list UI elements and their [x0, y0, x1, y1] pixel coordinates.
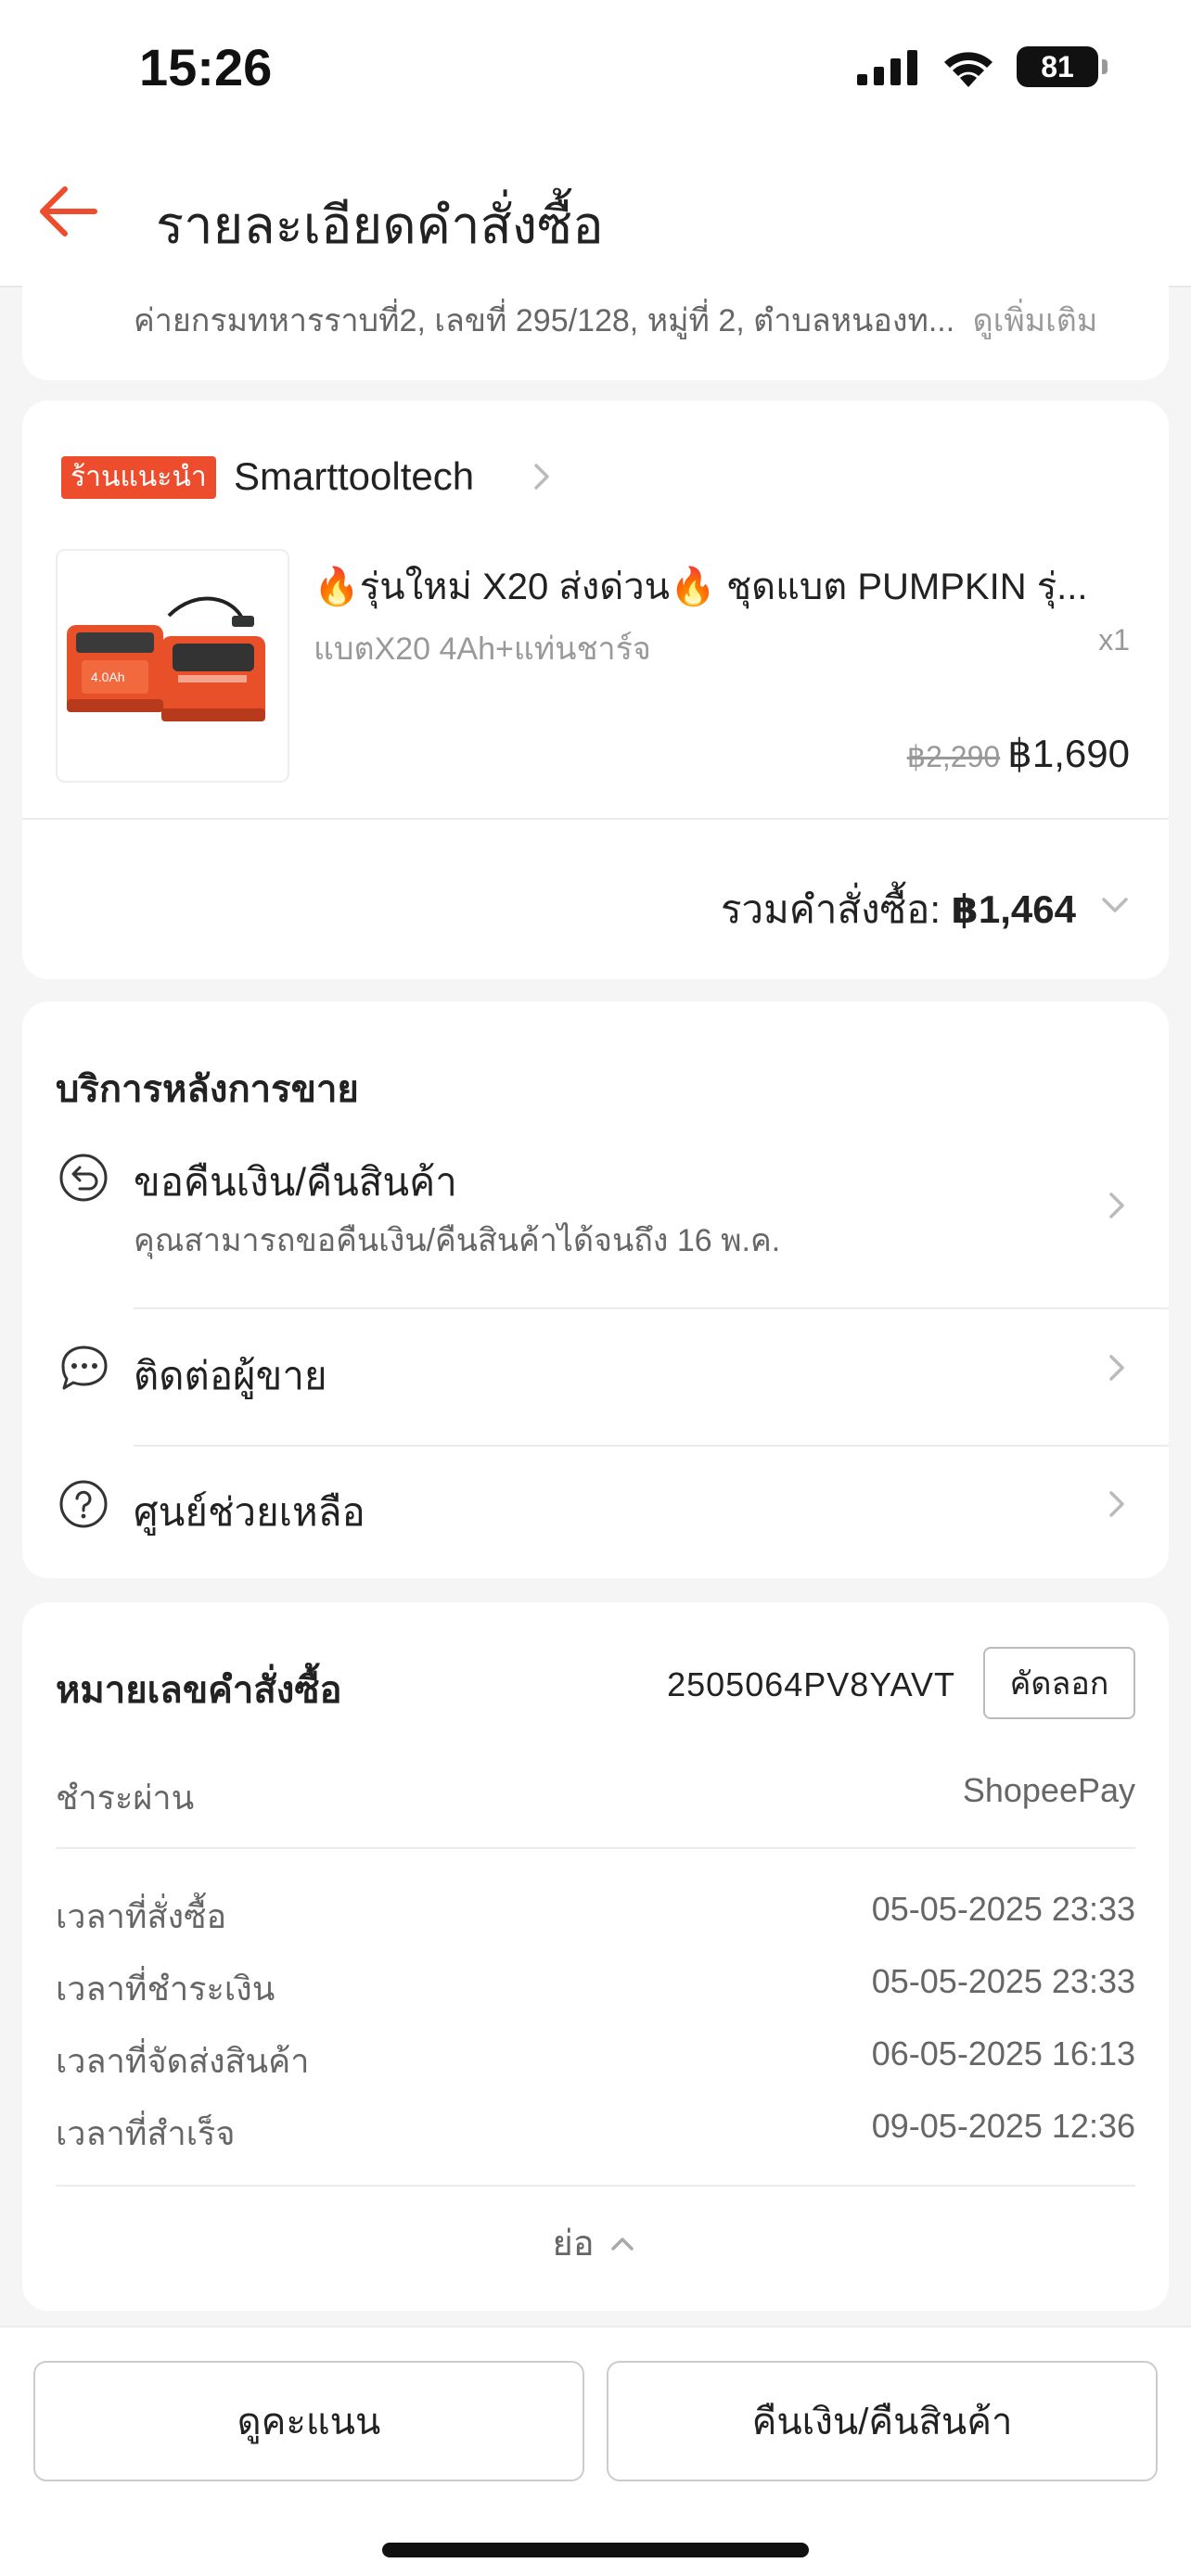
chevron-down-icon[interactable] [1095, 885, 1135, 925]
status-time: 15:26 [139, 38, 273, 96]
product-title[interactable]: 🔥รุ่นใหม่ X20 ส่งด่วน🔥 ชุดแบต PUMPKIN รุ… [314, 556, 1148, 616]
original-price: ฿2,290 [906, 740, 1001, 773]
divider [134, 1445, 1169, 1447]
order-time-value: 05-05-2025 23:33 [871, 1890, 1135, 1928]
order-total-amount: ฿1,464 [951, 887, 1076, 931]
payment-method-value: ShopeePay [962, 1771, 1135, 1809]
chevron-right-icon [1109, 1355, 1124, 1381]
divider [134, 1307, 1169, 1309]
chevron-right-icon [1109, 1491, 1124, 1517]
divider [56, 2185, 1135, 2187]
price-row: ฿2,290 ฿1,690 [907, 731, 1130, 776]
status-icons: 81 [857, 46, 1108, 87]
order-info-card: หมายเลขคำสั่งซื้อ 2505064PV8YAVT คัดลอก … [22, 1602, 1169, 2311]
payment-time-value: 05-05-2025 23:33 [871, 1962, 1135, 2000]
page-title: รายละเอียดคำสั่งซื้อ [156, 196, 604, 254]
payment-method-label: ชำระผ่าน [56, 1779, 195, 1817]
chevron-right-icon[interactable] [523, 458, 560, 495]
help-center-row[interactable]: ศูนย์ช่วยเหลือ [22, 1476, 1169, 1569]
shop-name[interactable]: Smarttooltech [234, 454, 474, 499]
address-line: ค่ายกรมทหารราบที่2, เลขที่ 295/128, หมู่… [134, 295, 1097, 345]
contact-seller-label: ติดต่อผู้ขาย [134, 1354, 327, 1397]
complete-time-label: เวลาที่สำเร็จ [56, 2114, 236, 2152]
recommended-shop-badge: ร้านแนะนำ [61, 456, 216, 499]
chevron-right-icon [1109, 1192, 1124, 1218]
refund-return-button[interactable]: คืนเงิน/คืนสินค้า [607, 2361, 1158, 2481]
complete-time-value: 09-05-2025 12:36 [871, 2107, 1135, 2145]
product-image[interactable]: 4.0Ah [56, 549, 289, 783]
svg-text:4.0Ah: 4.0Ah [91, 670, 125, 684]
address-more-link[interactable]: ดูเพิ่มเติม [973, 303, 1098, 338]
status-bar: 15:26 81 [0, 0, 1191, 139]
contact-seller-row[interactable]: ติดต่อผู้ขาย [22, 1340, 1169, 1442]
nav-bar: รายละเอียดคำสั่งซื้อ [0, 139, 1191, 287]
product-quantity: x1 [1098, 623, 1130, 657]
battery-level: 81 [1041, 49, 1074, 83]
payment-time-label: เวลาที่ชำระเงิน [56, 1970, 275, 2008]
battery-icon: 81 [1017, 46, 1108, 87]
divider [56, 1847, 1135, 1849]
product-variant: แบตX20 4Ah+แท่นชาร์จ [314, 631, 651, 667]
shop-card: ร้านแนะนำ Smarttooltech 4.0Ah 🔥รุ่นใหม่ … [22, 401, 1169, 979]
signal-icon [857, 50, 917, 85]
collapse-label: ย่อ [552, 2225, 595, 2264]
address-text: ค่ายกรมทหารราบที่2, เลขที่ 295/128, หมู่… [134, 303, 955, 338]
chevron-up-icon [610, 2237, 634, 2251]
help-icon [59, 1480, 108, 1528]
help-center-label: ศูนย์ช่วยเหลือ [134, 1490, 365, 1534]
chat-icon [61, 1345, 108, 1390]
home-indicator [382, 2543, 809, 2557]
address-card: ค่ายกรมทหารราบที่2, เลขที่ 295/128, หมู่… [22, 278, 1169, 380]
order-id-value: 2505064PV8YAVT [667, 1665, 955, 1703]
wifi-icon [944, 52, 992, 87]
sale-price: ฿1,690 [1007, 732, 1130, 775]
refund-request-row[interactable]: ขอคืนเงิน/คืนสินค้า คุณสามารถขอคืนเงิน/ค… [22, 1150, 1169, 1317]
view-rating-button[interactable]: ดูคะแนน [33, 2361, 584, 2481]
ship-time-value: 06-05-2025 16:13 [871, 2034, 1135, 2072]
order-total: รวมคำสั่งซื้อ: ฿1,464 [721, 879, 1076, 940]
order-total-label: รวมคำสั่งซื้อ: [720, 887, 952, 931]
refund-deadline-text: คุณสามารถขอคืนเงิน/คืนสินค้าได้จนถึง 16 … [134, 1223, 781, 1258]
ship-time-label: เวลาที่จัดส่งสินค้า [56, 2042, 310, 2080]
divider [22, 818, 1169, 820]
return-icon [59, 1154, 108, 1202]
refund-request-label: ขอคืนเงิน/คืนสินค้า [134, 1160, 457, 1204]
order-time-label: เวลาที่สั่งซื้อ [56, 1897, 227, 1935]
battery-charger-image: 4.0Ah [58, 551, 288, 781]
bottom-action-bar: ดูคะแนน คืนเงิน/คืนสินค้า [0, 2326, 1191, 2576]
section-title: บริการหลังการขาย [56, 1069, 359, 1110]
order-id-label: หมายเลขคำสั่งซื้อ [56, 1670, 342, 1711]
after-sales-card: บริการหลังการขาย ขอคืนเงิน/คืนสินค้า คุณ… [22, 1001, 1169, 1578]
back-arrow-icon[interactable] [33, 176, 104, 247]
copy-button[interactable]: คัดลอก [983, 1647, 1135, 1719]
collapse-toggle[interactable]: ย่อ [22, 2214, 1169, 2271]
